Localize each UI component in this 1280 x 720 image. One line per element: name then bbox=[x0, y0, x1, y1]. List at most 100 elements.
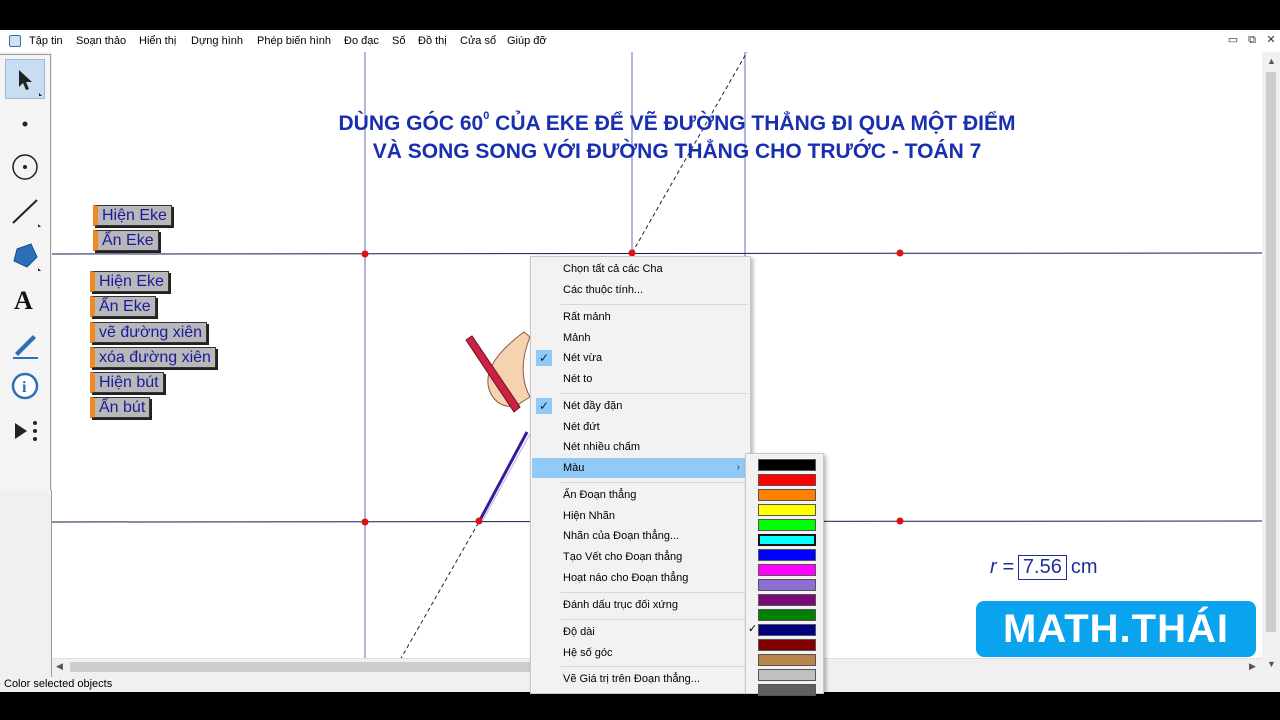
radius-label: r = bbox=[990, 556, 1014, 578]
menu-display[interactable]: Hiển thị bbox=[139, 35, 176, 47]
app-icon[interactable] bbox=[9, 35, 21, 47]
show-eke-button-1[interactable]: Hiện Eke bbox=[93, 205, 172, 226]
info-icon[interactable]: i bbox=[5, 367, 45, 407]
scroll-up-icon[interactable]: ▲ bbox=[1267, 56, 1276, 66]
svg-text:A: A bbox=[14, 286, 33, 315]
point-c bbox=[896, 249, 904, 257]
color-swatch[interactable] bbox=[758, 609, 816, 621]
menu-item-thin[interactable]: Mảnh bbox=[532, 328, 748, 348]
color-submenu: ✓ bbox=[745, 453, 824, 696]
context-menu: Chọn tất cả các Cha Các thuộc tính... Rất … bbox=[530, 256, 751, 694]
menu-number[interactable]: Số bbox=[392, 35, 405, 47]
polygon-icon[interactable] bbox=[5, 235, 45, 275]
menu-item-slope[interactable]: Hệ số góc bbox=[532, 643, 748, 663]
menu-item-show-label[interactable]: Hiện Nhãn bbox=[532, 506, 748, 526]
menu-item-very-thin[interactable]: Rất mảnh bbox=[532, 307, 748, 327]
horizontal-scroll-thumb[interactable] bbox=[70, 662, 540, 672]
color-swatch[interactable] bbox=[758, 594, 816, 606]
hide-eke-button-1[interactable]: Ẩn Eke bbox=[93, 230, 159, 251]
draw-oblique-button[interactable]: vẽ đường xiên bbox=[90, 322, 208, 343]
submenu-arrow-icon: › bbox=[736, 462, 740, 473]
menu-file[interactable]: Tập tin bbox=[29, 35, 63, 47]
color-swatch[interactable] bbox=[758, 669, 816, 681]
menu-item-plot-value[interactable]: Vẽ Giá trị trên Đoạn thẳng... bbox=[532, 669, 748, 689]
menu-measure[interactable]: Đo đạc bbox=[344, 35, 379, 47]
menu-item-label: Vẽ Giá trị trên Đoạn thẳng... bbox=[563, 673, 700, 685]
color-swatch[interactable] bbox=[758, 489, 816, 501]
show-pen-button[interactable]: Hiện bút bbox=[90, 372, 164, 393]
menu-item-hide-segment[interactable]: Ẩn Đoạn thẳng bbox=[532, 485, 748, 505]
menu-item-color[interactable]: Màu › bbox=[532, 458, 748, 478]
radius-measurement[interactable]: r = 7.56 cm bbox=[990, 555, 1098, 580]
menu-separator bbox=[561, 619, 747, 620]
menu-item-select-all-parents[interactable]: Chọn tất cả các Cha bbox=[532, 259, 748, 279]
toolbox: A i bbox=[0, 54, 51, 491]
menu-item-label: Độ dài bbox=[563, 626, 595, 638]
color-swatch[interactable] bbox=[758, 654, 816, 666]
checkmark-icon: ✓ bbox=[536, 398, 552, 414]
menu-item-label: Nét nhiều chấm bbox=[563, 441, 641, 453]
segment-highlight bbox=[482, 433, 531, 521]
custom-tools-icon[interactable] bbox=[5, 411, 45, 451]
color-swatch[interactable] bbox=[758, 549, 816, 561]
menu-item-trace-segment[interactable]: Tạo Vết cho Đoạn thẳng bbox=[532, 547, 748, 567]
vertical-scroll-thumb[interactable] bbox=[1266, 72, 1276, 632]
menu-item-solid[interactable]: Nét đầy đặn ✓ bbox=[532, 396, 748, 416]
scroll-right-icon[interactable]: ▶ bbox=[1249, 661, 1256, 672]
point-e bbox=[475, 517, 483, 525]
menu-construct[interactable]: Dựng hình bbox=[191, 35, 243, 47]
close-button[interactable]: ✕ bbox=[1264, 33, 1278, 47]
marker-pen-icon[interactable] bbox=[5, 323, 45, 363]
menu-separator bbox=[561, 482, 747, 483]
menu-item-label: Tạo Vết cho Đoạn thẳng bbox=[563, 551, 683, 563]
menu-help[interactable]: Giúp đỡ bbox=[507, 35, 547, 47]
menu-item-properties[interactable]: Các thuộc tính... bbox=[532, 280, 748, 300]
restore-button[interactable]: ⧉ bbox=[1245, 33, 1259, 47]
drawn-segment bbox=[478, 431, 529, 521]
menu-item-label: Ẩn Đoạn thẳng bbox=[563, 489, 637, 501]
menu-item-label: Màu bbox=[563, 462, 585, 474]
color-swatch[interactable] bbox=[758, 684, 816, 696]
color-swatch[interactable] bbox=[758, 504, 816, 516]
vertical-scrollbar[interactable]: ▲ ▼ bbox=[1262, 52, 1280, 674]
color-swatch[interactable] bbox=[758, 519, 816, 531]
menu-item-mark-mirror[interactable]: Đánh dấu trục đối xứng bbox=[532, 595, 748, 615]
straightedge-icon[interactable] bbox=[5, 191, 45, 231]
text-tool-icon[interactable]: A bbox=[5, 279, 45, 319]
compass-circle-icon[interactable] bbox=[5, 147, 45, 187]
show-eke-button-2[interactable]: Hiện Eke bbox=[90, 271, 169, 292]
menu-item-segment-label[interactable]: Nhãn của Đoạn thẳng... bbox=[532, 526, 748, 546]
menu-item-label: Chọn tất cả các Cha bbox=[563, 263, 663, 275]
color-swatch[interactable] bbox=[758, 579, 816, 591]
scroll-left-icon[interactable]: ◀ bbox=[56, 661, 63, 672]
radius-value[interactable]: 7.56 bbox=[1017, 555, 1067, 580]
svg-text:i: i bbox=[22, 379, 27, 396]
erase-oblique-button[interactable]: xóa đường xiên bbox=[90, 347, 216, 368]
menu-window[interactable]: Cửa sổ bbox=[460, 35, 496, 47]
hide-pen-button[interactable]: Ẩn bút bbox=[90, 397, 151, 418]
color-swatch[interactable] bbox=[758, 564, 816, 576]
menu-item-medium[interactable]: Nét vừa ✓ bbox=[532, 348, 748, 368]
checkmark-icon: ✓ bbox=[748, 623, 758, 635]
menu-item-label: Hệ số góc bbox=[563, 647, 613, 659]
menu-item-length[interactable]: Độ dài bbox=[532, 622, 748, 642]
menu-item-dotted[interactable]: Nét nhiều chấm bbox=[532, 437, 748, 457]
color-swatch[interactable] bbox=[758, 459, 816, 471]
color-swatch[interactable] bbox=[758, 639, 816, 651]
menu-transform[interactable]: Phép biến hình bbox=[257, 35, 331, 47]
minimize-button[interactable]: ▭ bbox=[1226, 33, 1240, 47]
scroll-down-icon[interactable]: ▼ bbox=[1267, 659, 1276, 669]
page-title-line-1: DÙNG GÓC 600 CỦA EKE ĐỂ VẼ ĐƯỜNG THẲNG Đ… bbox=[338, 110, 1016, 135]
color-swatch[interactable] bbox=[758, 534, 816, 546]
point-icon[interactable] bbox=[5, 103, 45, 143]
menu-edit[interactable]: Soạn thảo bbox=[76, 35, 126, 47]
hide-eke-button-2[interactable]: Ẩn Eke bbox=[90, 296, 156, 317]
menu-item-dashed[interactable]: Nét đứt bbox=[532, 417, 748, 437]
arrow-select-icon[interactable] bbox=[5, 59, 45, 99]
menu-item-animate-segment[interactable]: Hoạt náo cho Đoạn thẳng bbox=[532, 568, 748, 588]
menu-item-label: Nét đầy đặn bbox=[563, 400, 623, 412]
menu-graph[interactable]: Đồ thị bbox=[418, 35, 447, 47]
menu-item-thick[interactable]: Nét to bbox=[532, 369, 748, 389]
color-swatch[interactable] bbox=[758, 624, 816, 636]
color-swatch[interactable] bbox=[758, 474, 816, 486]
